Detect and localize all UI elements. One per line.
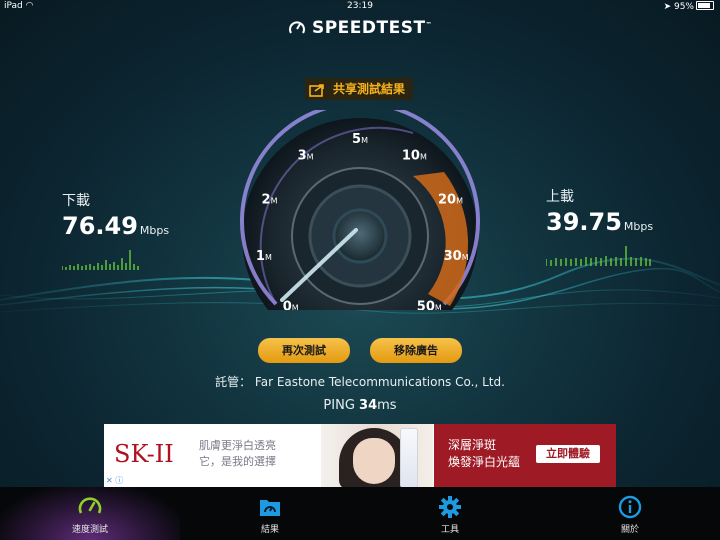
ping-label: PING xyxy=(323,398,355,413)
download-panel: 下載 76.49 Mbps xyxy=(61,190,169,274)
host-info: 託管： Far Eastone Telecommunications Co., … xyxy=(0,373,720,390)
speedtest-logo-icon xyxy=(288,21,305,34)
ad-product-bottle xyxy=(400,428,418,487)
tab-about[interactable]: 關於 xyxy=(540,487,720,540)
ad-tagline-1: 肌膚更淨白透亮 xyxy=(199,439,276,452)
trademark: ™ xyxy=(425,21,433,29)
upload-label: 上載 xyxy=(546,189,574,205)
retest-label: 再次測試 xyxy=(282,344,326,357)
ping-value: 34 xyxy=(359,398,378,413)
speed-gauge-svg: 0M1M2M3M5M10M20M30M50M xyxy=(240,101,480,354)
advertisement-banner[interactable]: SK-II 肌膚更淨白透亮 它，是我的選擇 深層淨斑 煥發淨白光蘊 立即體驗 ✕… xyxy=(104,424,616,487)
status-time: 23:19 xyxy=(347,1,373,11)
tab-results-label: 結果 xyxy=(260,525,279,535)
remove-ads-label: 移除廣告 xyxy=(394,344,438,357)
results-folder-icon xyxy=(260,500,280,516)
upload-value-row: 39.75 Mbps xyxy=(546,208,653,236)
share-results-button[interactable]: 共享測試結果 xyxy=(305,78,413,100)
gear-icon xyxy=(439,496,461,518)
ad-choices-icon[interactable]: ✕ ⓘ xyxy=(106,475,123,486)
share-icon xyxy=(309,82,327,97)
app-title: SPEEDTEST xyxy=(311,18,426,38)
upload-unit: Mbps xyxy=(623,220,654,233)
battery-percent: 95% xyxy=(673,2,694,12)
ad-brand: SK-II xyxy=(114,440,174,468)
host-label: 託管： xyxy=(215,375,252,389)
status-right: ➤ 95% xyxy=(664,1,714,12)
ad-headline: 深層淨斑 煥發淨白光蘊 xyxy=(448,437,520,471)
retest-button[interactable]: 再次測試 xyxy=(258,338,350,363)
ad-tagline: 肌膚更淨白透亮 它，是我的選擇 xyxy=(199,438,304,470)
ad-headline-1: 深層淨斑 xyxy=(448,438,497,452)
upload-value: 39.75 xyxy=(546,208,622,236)
tab-tools[interactable]: 工具 xyxy=(360,487,540,540)
ad-headline-2: 煥發淨白光蘊 xyxy=(448,455,521,469)
ad-tagline-2: 它，是我的選擇 xyxy=(199,455,276,468)
tab-speed-test[interactable]: 速度測試 xyxy=(0,487,180,540)
tab-results[interactable]: 結果 xyxy=(180,487,360,540)
upload-graph xyxy=(545,246,651,266)
ping-unit: ms xyxy=(377,398,397,413)
speedometer-icon xyxy=(78,497,102,514)
ping-info: PING 34ms xyxy=(0,398,720,413)
download-unit: Mbps xyxy=(139,224,170,237)
remove-ads-button[interactable]: 移除廣告 xyxy=(370,338,462,363)
ad-cta-button[interactable]: 立即體驗 xyxy=(536,445,600,463)
status-bar: iPad ◠ 23:19 ➤ 95% xyxy=(0,0,720,14)
tab-about-label: 關於 xyxy=(620,525,639,535)
tab-bar: 速度測試 結果 工具 關於 xyxy=(0,487,720,540)
download-graph xyxy=(61,250,139,270)
location-icon: ➤ xyxy=(663,2,672,12)
tab-speed-test-label: 速度測試 xyxy=(71,525,108,535)
host-name: Far Eastone Telecommunications Co., Ltd. xyxy=(254,375,505,389)
download-value-row: 76.49 Mbps xyxy=(62,212,169,240)
ad-model-face xyxy=(353,438,395,484)
download-label: 下載 xyxy=(62,193,90,209)
battery-icon xyxy=(696,1,714,10)
share-results-label: 共享測試結果 xyxy=(333,82,406,96)
tab-tools-label: 工具 xyxy=(440,525,459,535)
info-icon xyxy=(618,495,642,519)
speed-gauge: 0M 1M 2M 3M 5M 10M 20M 30M 50M xyxy=(232,101,490,354)
download-value: 76.49 xyxy=(62,212,138,240)
upload-panel: 上載 39.75 Mbps xyxy=(545,186,653,270)
app-logo: SPEEDTEST™ xyxy=(0,18,720,38)
